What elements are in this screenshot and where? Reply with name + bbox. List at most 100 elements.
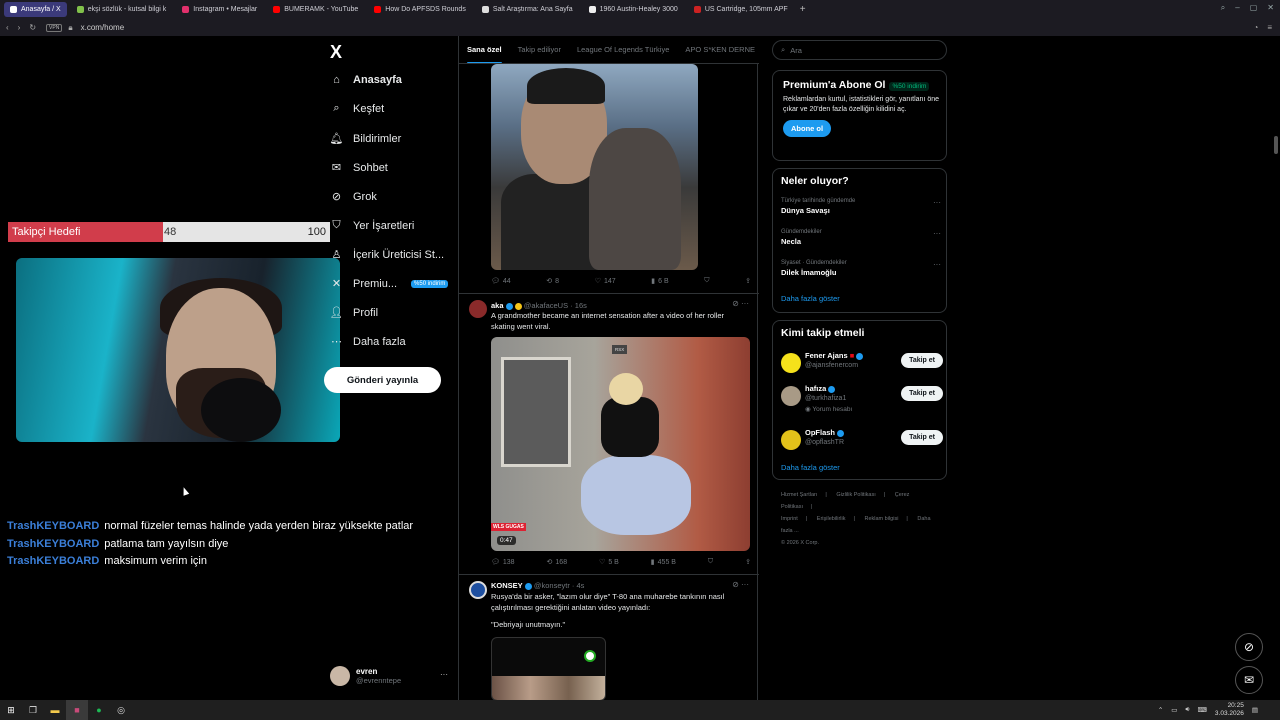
subscribe-button[interactable]: Abone ol <box>783 120 832 137</box>
page-scrollbar[interactable] <box>1274 136 1278 154</box>
browser-tab[interactable]: How Do APFSDS Rounds <box>368 2 472 17</box>
browser-tab[interactable]: ekşi sözlük - kutsal bilgi k <box>71 2 173 17</box>
post-more-icon[interactable]: ⊘ ··· <box>732 580 749 589</box>
network-icon[interactable]: ▭ <box>1171 706 1177 714</box>
follow-show-more-link[interactable]: Daha fazla göster <box>781 463 840 472</box>
footer-link[interactable]: Erişilebilirlik <box>817 516 846 522</box>
notifications-icon[interactable]: ▤ <box>1252 706 1258 714</box>
extensions-icon[interactable]: ◔ <box>1253 23 1258 32</box>
language-icon[interactable]: ⌨ <box>1198 706 1207 714</box>
new-tab-button[interactable]: + <box>800 4 806 15</box>
like-button[interactable]: ♡ 147 <box>595 277 616 286</box>
author-avatar[interactable] <box>469 581 487 599</box>
browser-taskbar-button[interactable]: ■ <box>66 700 88 720</box>
messages-button[interactable]: ✉ <box>1235 666 1263 694</box>
url-field[interactable]: x.com/home <box>81 23 125 32</box>
follow-button[interactable]: Takip et <box>901 386 943 401</box>
trends-show-more-link[interactable]: Daha fazla göster <box>781 294 840 303</box>
start-button[interactable]: ⊞ <box>0 700 22 720</box>
trend-more-icon[interactable]: ··· <box>933 229 941 238</box>
task-view-button[interactable]: ❐ <box>22 700 44 720</box>
footer-link[interactable]: Daha fazla ... <box>781 516 931 534</box>
post-media[interactable] <box>491 637 606 700</box>
footer-link[interactable]: Imprint <box>781 516 798 522</box>
post-more-icon[interactable]: ⊘ ··· <box>732 299 749 308</box>
browser-tab[interactable]: Instagram • Mesajlar <box>176 2 263 17</box>
bookmark-button[interactable]: ⛉ <box>704 277 709 285</box>
browser-tab[interactable]: US Cartridge, 105mm APF <box>688 2 794 17</box>
author-name[interactable]: aka <box>491 301 504 310</box>
clock[interactable]: 20:25 3.03.2026 <box>1215 702 1244 718</box>
follow-button[interactable]: Takip et <box>901 353 943 368</box>
file-explorer-button[interactable]: ▬ <box>44 700 66 720</box>
browser-tab[interactable]: 1960 Austin-Healey 3000 <box>583 2 684 17</box>
tab-league-of-legends[interactable]: League Of Legends Türkiye <box>577 36 669 63</box>
trend-item[interactable]: Gündemdekiler Necla ··· <box>781 229 941 246</box>
browser-tab[interactable]: Anasayfa / X <box>4 2 67 17</box>
account-switcher[interactable]: evren @evrenntepe ··· <box>330 666 448 686</box>
follow-suggestion[interactable]: OpFlash @opflashTR Takip et <box>781 428 943 458</box>
author-avatar[interactable] <box>469 300 487 318</box>
browser-tab[interactable]: BUMERAMK - YouTube <box>267 2 364 17</box>
close-icon[interactable]: ✕ <box>1267 3 1274 13</box>
post-button[interactable]: Gönderi yayınla <box>324 367 441 393</box>
reload-icon[interactable]: ↻ <box>29 23 36 32</box>
post-video[interactable]: RSX WLS GUGAS 0:47 <box>491 337 750 551</box>
repost-button[interactable]: ⟲ 168 <box>547 558 568 567</box>
nav-item-more[interactable]: ⋯ Daha fazla <box>330 335 406 349</box>
search-input[interactable]: ⌕ Ara <box>772 40 947 60</box>
nav-item-home[interactable]: ⌂ Anasayfa <box>330 73 402 86</box>
post[interactable]: aka @akafaceUS · 16s ⊘ ··· A grandmother… <box>459 293 759 573</box>
obs-taskbar-button[interactable]: ◎ <box>110 700 132 720</box>
nav-item-bookmarks[interactable]: ⛉ Yer İşaretleri <box>330 219 414 232</box>
like-button[interactable]: ♡ 5 B <box>599 558 619 567</box>
account-more-icon[interactable]: ··· <box>440 670 448 679</box>
follow-suggestion[interactable]: Fener Ajans ■ @ajansfenercom Takip et <box>781 351 943 381</box>
post-image[interactable] <box>491 64 698 270</box>
footer-link[interactable]: Gizlilik Politikası <box>836 492 875 498</box>
views-button[interactable]: ▮ 455 B <box>651 558 676 567</box>
nav-item-explore[interactable]: ⌕ Keşfet <box>330 102 384 115</box>
tab-list[interactable]: APO S*KEN DERNE <box>685 36 755 63</box>
tray-chevron-icon[interactable]: ⌃ <box>1158 706 1163 714</box>
follow-button[interactable]: Takip et <box>901 430 943 445</box>
footer-link[interactable]: Reklam bilgisi <box>864 516 898 522</box>
tab-following[interactable]: Takip ediliyor <box>518 36 561 63</box>
spotify-taskbar-button[interactable]: ● <box>88 700 110 720</box>
avatar[interactable] <box>781 386 801 406</box>
vpn-badge[interactable]: VPN <box>46 23 63 32</box>
maximize-icon[interactable]: ▢ <box>1250 3 1258 13</box>
nav-item-profile[interactable]: 👤︎ Profil <box>330 306 379 320</box>
post-time[interactable]: 4s <box>577 581 585 590</box>
nav-item-premium[interactable]: ✕ Premiu... %50 indirim <box>330 277 449 290</box>
trend-item[interactable]: Türkiye tarihinde gündemde Dünya Savaşı … <box>781 198 941 215</box>
footer-link[interactable]: Hizmet Şartları <box>781 492 817 498</box>
reply-button[interactable]: 💬︎ 44 <box>491 277 511 286</box>
avatar[interactable] <box>781 353 801 373</box>
trend-more-icon[interactable]: ··· <box>933 260 941 269</box>
share-button[interactable]: ⇪ <box>745 277 751 285</box>
grok-button[interactable]: ⊘ <box>1235 633 1263 661</box>
post-time[interactable]: 16s <box>575 301 587 310</box>
bookmark-button[interactable]: ⛉ <box>708 558 713 566</box>
author-handle[interactable]: @akafaceUS <box>524 301 568 310</box>
trend-more-icon[interactable]: ··· <box>933 198 941 207</box>
repost-button[interactable]: ⟲ 8 <box>546 277 559 286</box>
author-handle[interactable]: @konseytr <box>534 581 570 590</box>
avatar[interactable] <box>781 430 801 450</box>
author-name[interactable]: KONSEY <box>491 581 523 590</box>
x-logo[interactable]: X <box>330 42 342 63</box>
post[interactable]: KONSEY @konseytr · 4s ⊘ ··· Rusya'da bir… <box>459 574 759 700</box>
share-button[interactable]: ⇪ <box>745 558 751 566</box>
back-icon[interactable]: ‹ <box>6 23 9 32</box>
search-tabs-icon[interactable]: ⌕ <box>1221 3 1225 13</box>
forward-icon[interactable]: › <box>18 23 21 32</box>
menu-icon[interactable]: ≡ <box>1267 23 1272 32</box>
browser-tab[interactable]: Salt Araştırma: Ana Sayfa <box>476 2 579 17</box>
nav-item-creator-studio[interactable]: ♙ İçerik Üreticisi St... <box>330 248 445 262</box>
nav-item-chat[interactable]: ✉ Sohbet <box>330 161 388 175</box>
reply-button[interactable]: 💬︎ 138 <box>491 558 515 567</box>
volume-icon[interactable]: 🔊︎ <box>1185 706 1189 714</box>
follow-suggestion[interactable]: hafıza @turkhafiza1 ◉ Yorum hesabı Takip… <box>781 384 943 414</box>
trend-item[interactable]: Siyaset · Gündemdekiler Dilek İmamoğlu ·… <box>781 260 941 277</box>
